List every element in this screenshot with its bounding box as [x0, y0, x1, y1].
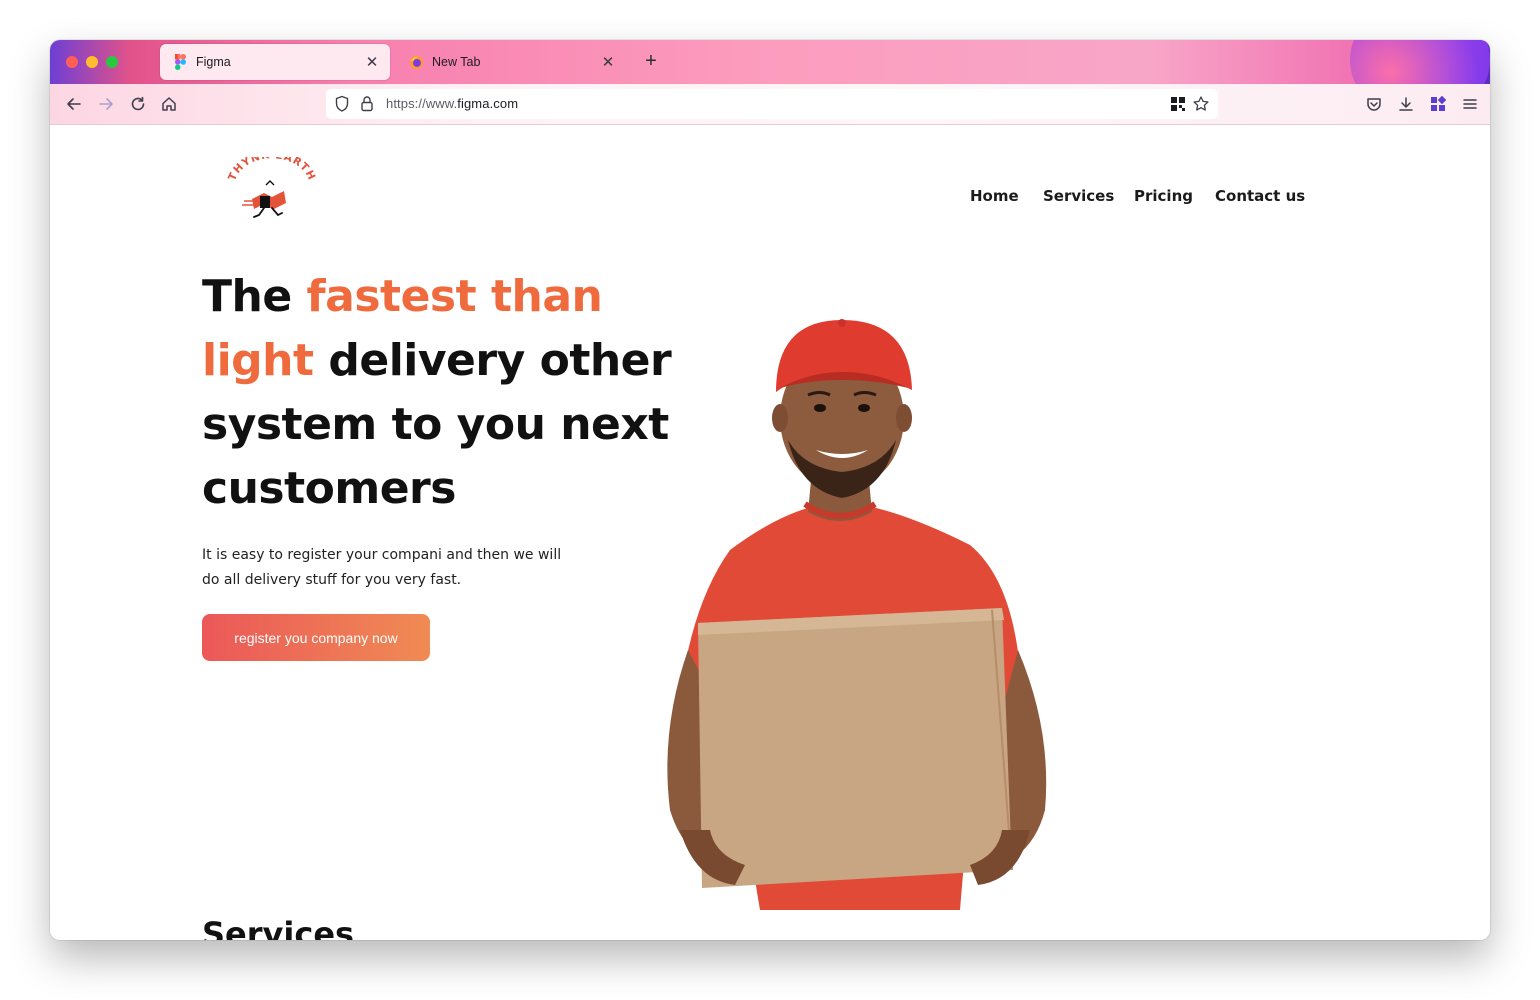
home-icon[interactable]	[157, 92, 181, 116]
delivery-man-image	[640, 290, 1070, 910]
nav-services[interactable]: Services	[1043, 187, 1114, 205]
hero-subtitle: It is easy to register your compani and …	[202, 547, 562, 588]
downloads-icon[interactable]	[1394, 92, 1418, 116]
url-text: https://www.figma.com	[386, 96, 519, 111]
tab-strip: Figma ✕ New Tab ✕ +	[50, 40, 1490, 120]
bookmark-star-icon[interactable]	[1192, 95, 1210, 118]
navigation-toolbar: https://www.figma.com	[50, 84, 1490, 125]
firefox-icon	[408, 54, 424, 70]
back-arrow-icon[interactable]	[62, 92, 86, 116]
register-company-button[interactable]: register you company now	[202, 614, 430, 661]
svg-text:THYNK EARTH: THYNK EARTH	[226, 157, 316, 183]
close-tab-icon[interactable]: ✕	[364, 53, 380, 71]
nav-home[interactable]: Home	[970, 187, 1019, 205]
qr-code-icon[interactable]	[1170, 96, 1186, 117]
nav-contact-us[interactable]: Contact us	[1215, 187, 1305, 205]
close-tab-icon[interactable]: ✕	[600, 53, 616, 71]
new-tab-button[interactable]: +	[640, 50, 662, 72]
figma-icon	[172, 54, 188, 70]
forward-arrow-icon[interactable]	[94, 92, 118, 116]
tab-figma[interactable]: Figma ✕	[160, 44, 390, 80]
tab-label: Figma	[196, 55, 231, 69]
tab-new-tab[interactable]: New Tab ✕	[396, 44, 626, 80]
hero-title: The fastest than light delivery other sy…	[202, 271, 672, 514]
pocket-icon[interactable]	[1362, 92, 1386, 116]
browser-window: Figma ✕ New Tab ✕ + https://www.figma.co…	[50, 40, 1490, 940]
close-window-button[interactable]	[66, 56, 78, 68]
tab-label: New Tab	[432, 55, 481, 69]
url-bar[interactable]: https://www.figma.com	[326, 89, 1218, 119]
minimize-window-button[interactable]	[86, 56, 98, 68]
reload-icon[interactable]	[126, 92, 150, 116]
tracking-shield-icon[interactable]	[334, 95, 350, 118]
nav-pricing[interactable]: Pricing	[1134, 187, 1193, 205]
extensions-icon[interactable]	[1426, 92, 1450, 116]
thynk-earth-logo[interactable]: THYNK EARTH	[226, 149, 317, 227]
services-heading: Services	[202, 915, 355, 940]
zoom-window-button[interactable]	[106, 56, 118, 68]
web-page: THYNK EARTH Home Services Pricing Contac…	[50, 125, 1490, 940]
lock-icon[interactable]	[360, 95, 374, 117]
menu-hamburger-icon[interactable]	[1458, 92, 1482, 116]
